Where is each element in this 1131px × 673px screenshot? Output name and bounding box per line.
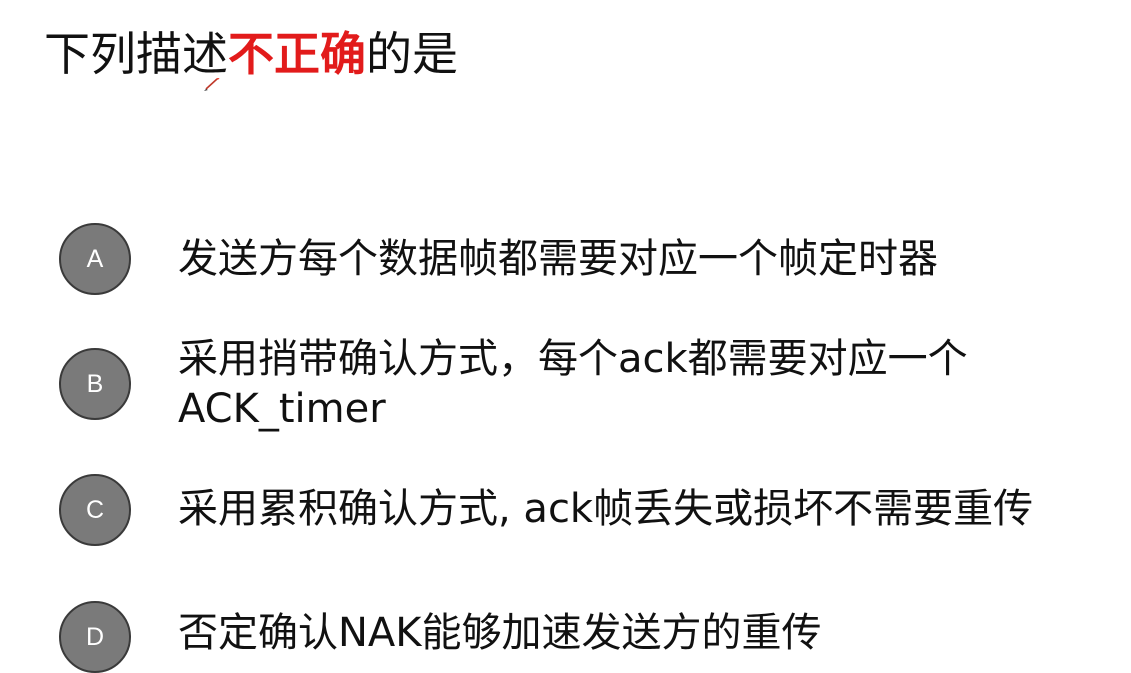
option-a-letter-circle[interactable]: A — [59, 223, 131, 295]
title-prefix: 下列描述 — [44, 27, 228, 81]
title-suffix: 的是 — [366, 27, 458, 81]
option-b-letter-circle[interactable]: B — [59, 348, 131, 420]
option-b-text-line1: 采用捎带确认方式，每个ack都需要对应一个 — [178, 336, 968, 382]
option-d-letter-circle[interactable]: D — [59, 601, 131, 673]
option-d-text: 否定确认NAK能够加速发送方的重传 — [178, 610, 822, 656]
option-c-letter-circle[interactable]: C — [59, 474, 131, 546]
title-emphasis: 不正确 — [228, 27, 366, 81]
option-b-text-line2: ACK_timer — [178, 386, 386, 432]
red-pen-cursor-icon — [204, 78, 220, 91]
question-title: 下列描述不正确的是 — [44, 24, 458, 84]
option-c-text: 采用累积确认方式, ack帧丢失或损坏不需要重传 — [178, 486, 1034, 532]
option-a-text: 发送方每个数据帧都需要对应一个帧定时器 — [178, 236, 938, 282]
